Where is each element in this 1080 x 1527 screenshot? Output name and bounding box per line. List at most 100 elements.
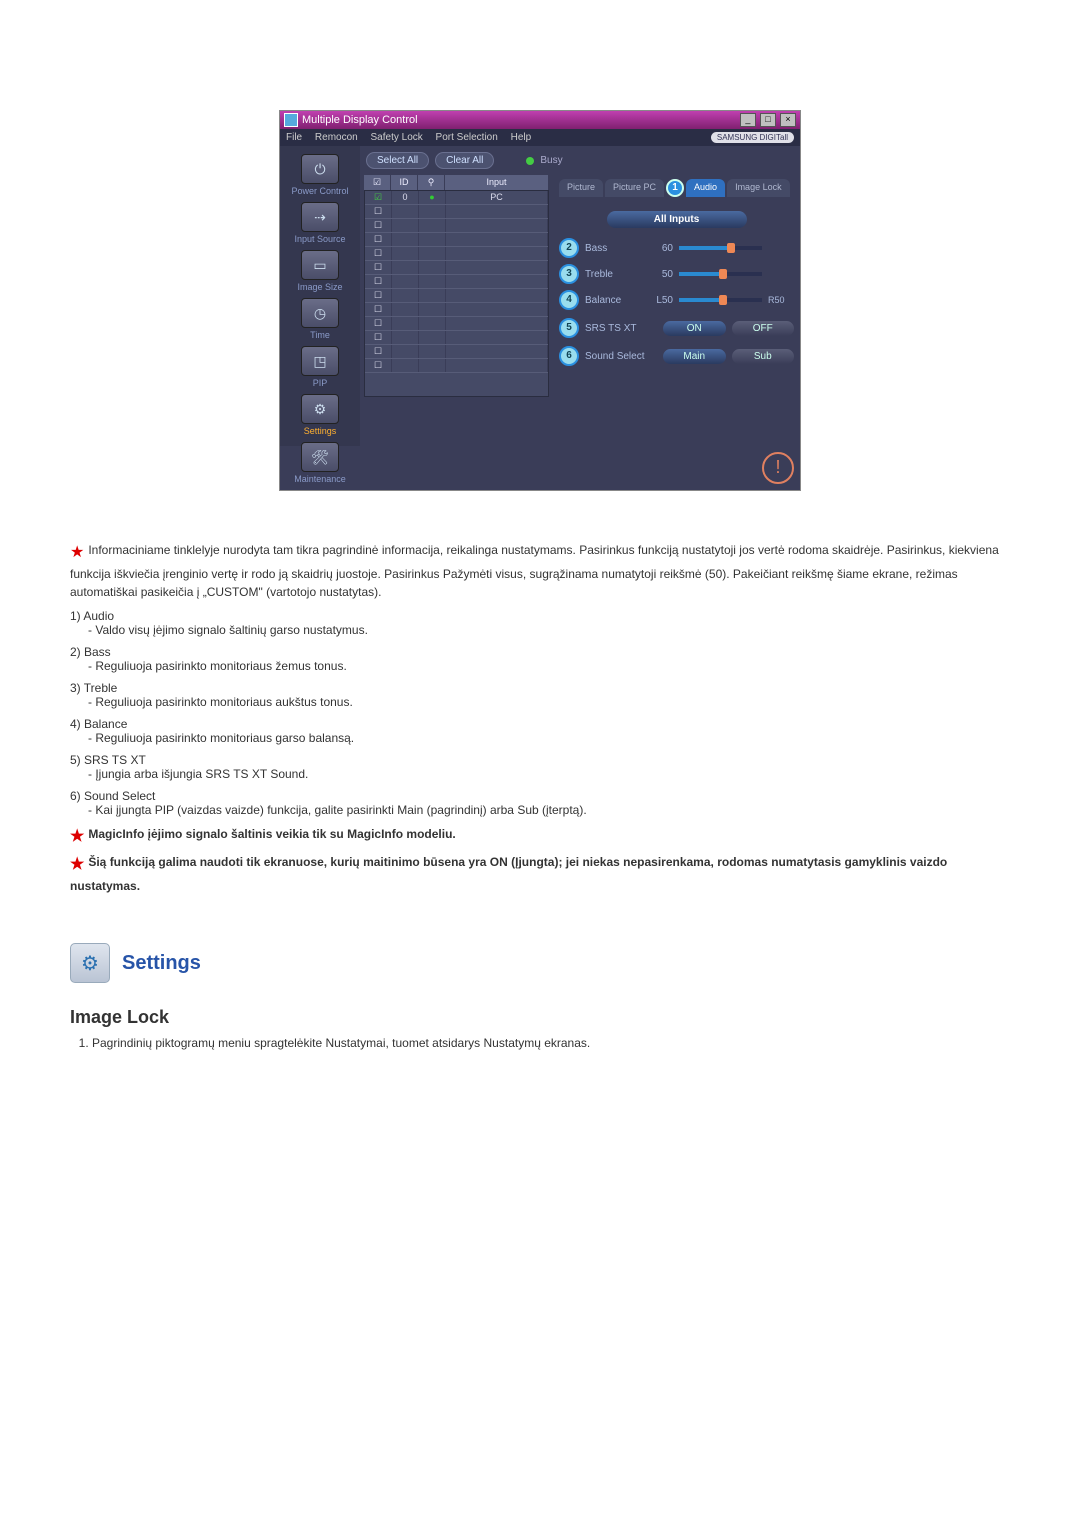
menu-remocon[interactable]: Remocon: [315, 132, 358, 143]
minimize-button[interactable]: _: [740, 113, 756, 127]
close-button[interactable]: ×: [780, 113, 796, 127]
table-row[interactable]: ☐: [365, 247, 548, 261]
table-row[interactable]: ☐: [365, 331, 548, 345]
table-row[interactable]: ☑0●PC: [365, 191, 548, 205]
window-controls: _ □ ×: [739, 113, 796, 127]
table-row[interactable]: ☐: [365, 289, 548, 303]
table-row[interactable]: ☐: [365, 205, 548, 219]
item-6-desc: - Kai įjungta PIP (vaizdas vaizde) funkc…: [70, 803, 1010, 817]
srs-label: SRS TS XT: [585, 323, 657, 334]
tab-image-lock[interactable]: Image Lock: [727, 179, 790, 197]
treble-slider[interactable]: [679, 272, 762, 276]
balance-label: Balance: [585, 295, 641, 306]
sidebar-label: Input Source: [294, 234, 345, 244]
table-row[interactable]: ☐: [365, 317, 548, 331]
row-input: [446, 359, 548, 372]
sidebar-item-time[interactable]: ◷ Time: [301, 298, 339, 340]
row-status: [419, 275, 446, 288]
row-input: [446, 261, 548, 274]
maximize-button[interactable]: □: [760, 113, 776, 127]
row-id: [392, 317, 419, 330]
row-checkbox[interactable]: ☐: [365, 303, 392, 316]
col-input: Input: [445, 175, 549, 190]
sidebar-item-input[interactable]: ⇢ Input Source: [294, 202, 345, 244]
row-input: PC: [446, 191, 548, 204]
row-checkbox[interactable]: ☐: [365, 219, 392, 232]
row-checkbox[interactable]: ☐: [365, 345, 392, 358]
item-2-desc: - Reguliuoja pasirinkto monitoriaus žemu…: [70, 659, 1010, 673]
sidebar-item-maintenance[interactable]: 🛠 Maintenance: [294, 442, 346, 484]
row-checkbox[interactable]: ☐: [365, 247, 392, 260]
menubar: File Remocon Safety Lock Port Selection …: [280, 129, 800, 146]
tab-picture[interactable]: Picture: [559, 179, 603, 197]
row-status: [419, 205, 446, 218]
bass-row: 2 Bass 60: [559, 238, 794, 258]
row-checkbox[interactable]: ☐: [365, 205, 392, 218]
row-checkbox[interactable]: ☐: [365, 275, 392, 288]
menu-safety-lock[interactable]: Safety Lock: [371, 132, 423, 143]
sidebar-item-power[interactable]: ⏻ Power Control: [291, 154, 348, 196]
row-status: [419, 233, 446, 246]
row-input: [446, 345, 548, 358]
gear-icon: ⚙: [301, 394, 339, 424]
col-id: ID: [391, 175, 418, 190]
badge-1: 1: [666, 179, 684, 197]
table-row[interactable]: ☐: [365, 275, 548, 289]
sound-main-button[interactable]: Main: [663, 349, 726, 364]
row-status: [419, 289, 446, 302]
clear-all-button[interactable]: Clear All: [435, 152, 494, 169]
all-inputs-button[interactable]: All Inputs: [607, 211, 747, 228]
select-all-button[interactable]: Select All: [366, 152, 429, 169]
row-input: [446, 247, 548, 260]
info-icon: !: [762, 452, 794, 484]
bass-label: Bass: [585, 243, 641, 254]
sidebar-item-pip[interactable]: ◳ PIP: [301, 346, 339, 388]
balance-slider[interactable]: [679, 298, 762, 302]
menu-help[interactable]: Help: [511, 132, 532, 143]
row-checkbox[interactable]: ☐: [365, 261, 392, 274]
bass-slider[interactable]: [679, 246, 762, 250]
badge-6: 6: [559, 346, 579, 366]
row-checkbox[interactable]: ☐: [365, 289, 392, 302]
col-check[interactable]: ☑: [364, 175, 391, 190]
row-checkbox[interactable]: ☐: [365, 317, 392, 330]
item-6-title: 6) Sound Select: [70, 789, 1010, 803]
row-id: [392, 247, 419, 260]
row-status: [419, 261, 446, 274]
brand-label: SAMSUNG DIGITall: [711, 132, 794, 143]
numbered-list: Pagrindinių piktogramų meniu spragtelėki…: [70, 1036, 1010, 1050]
tab-audio[interactable]: Audio: [686, 179, 725, 197]
sidebar-item-settings[interactable]: ⚙ Settings: [301, 394, 339, 436]
row-checkbox[interactable]: ☑: [365, 191, 392, 204]
table-row[interactable]: ☐: [365, 233, 548, 247]
srs-on-button[interactable]: ON: [663, 321, 726, 336]
sidebar-item-size[interactable]: ▭ Image Size: [297, 250, 342, 292]
table-row[interactable]: ☐: [365, 345, 548, 359]
menu-port-selection[interactable]: Port Selection: [436, 132, 498, 143]
sound-sub-button[interactable]: Sub: [732, 349, 795, 364]
window-title: Multiple Display Control: [302, 114, 418, 126]
treble-row: 3 Treble 50: [559, 264, 794, 284]
row-checkbox[interactable]: ☐: [365, 331, 392, 344]
menu-file[interactable]: File: [286, 132, 302, 143]
note-1: MagicInfo įėjimo signalo šaltinis veikia…: [88, 827, 455, 841]
row-input: [446, 233, 548, 246]
tab-picture-pc[interactable]: Picture PC: [605, 179, 664, 197]
sidebar-label: Settings: [301, 426, 339, 436]
row-checkbox[interactable]: ☐: [365, 359, 392, 372]
star-icon: ★: [70, 828, 84, 845]
input-icon: ⇢: [301, 202, 339, 232]
clock-icon: ◷: [301, 298, 339, 328]
row-checkbox[interactable]: ☐: [365, 233, 392, 246]
table-row[interactable]: ☐: [365, 219, 548, 233]
table-row[interactable]: ☐: [365, 359, 548, 373]
table-row[interactable]: ☐: [365, 261, 548, 275]
busy-indicator-icon: [526, 157, 534, 165]
balance-left: L50: [647, 295, 673, 306]
grid-header: ☑ ID ⚲ Input: [364, 175, 549, 190]
gear-icon: ⚙: [70, 943, 110, 983]
srs-off-button[interactable]: OFF: [732, 321, 795, 336]
table-row[interactable]: ☐: [365, 303, 548, 317]
row-input: [446, 275, 548, 288]
row-input: [446, 205, 548, 218]
